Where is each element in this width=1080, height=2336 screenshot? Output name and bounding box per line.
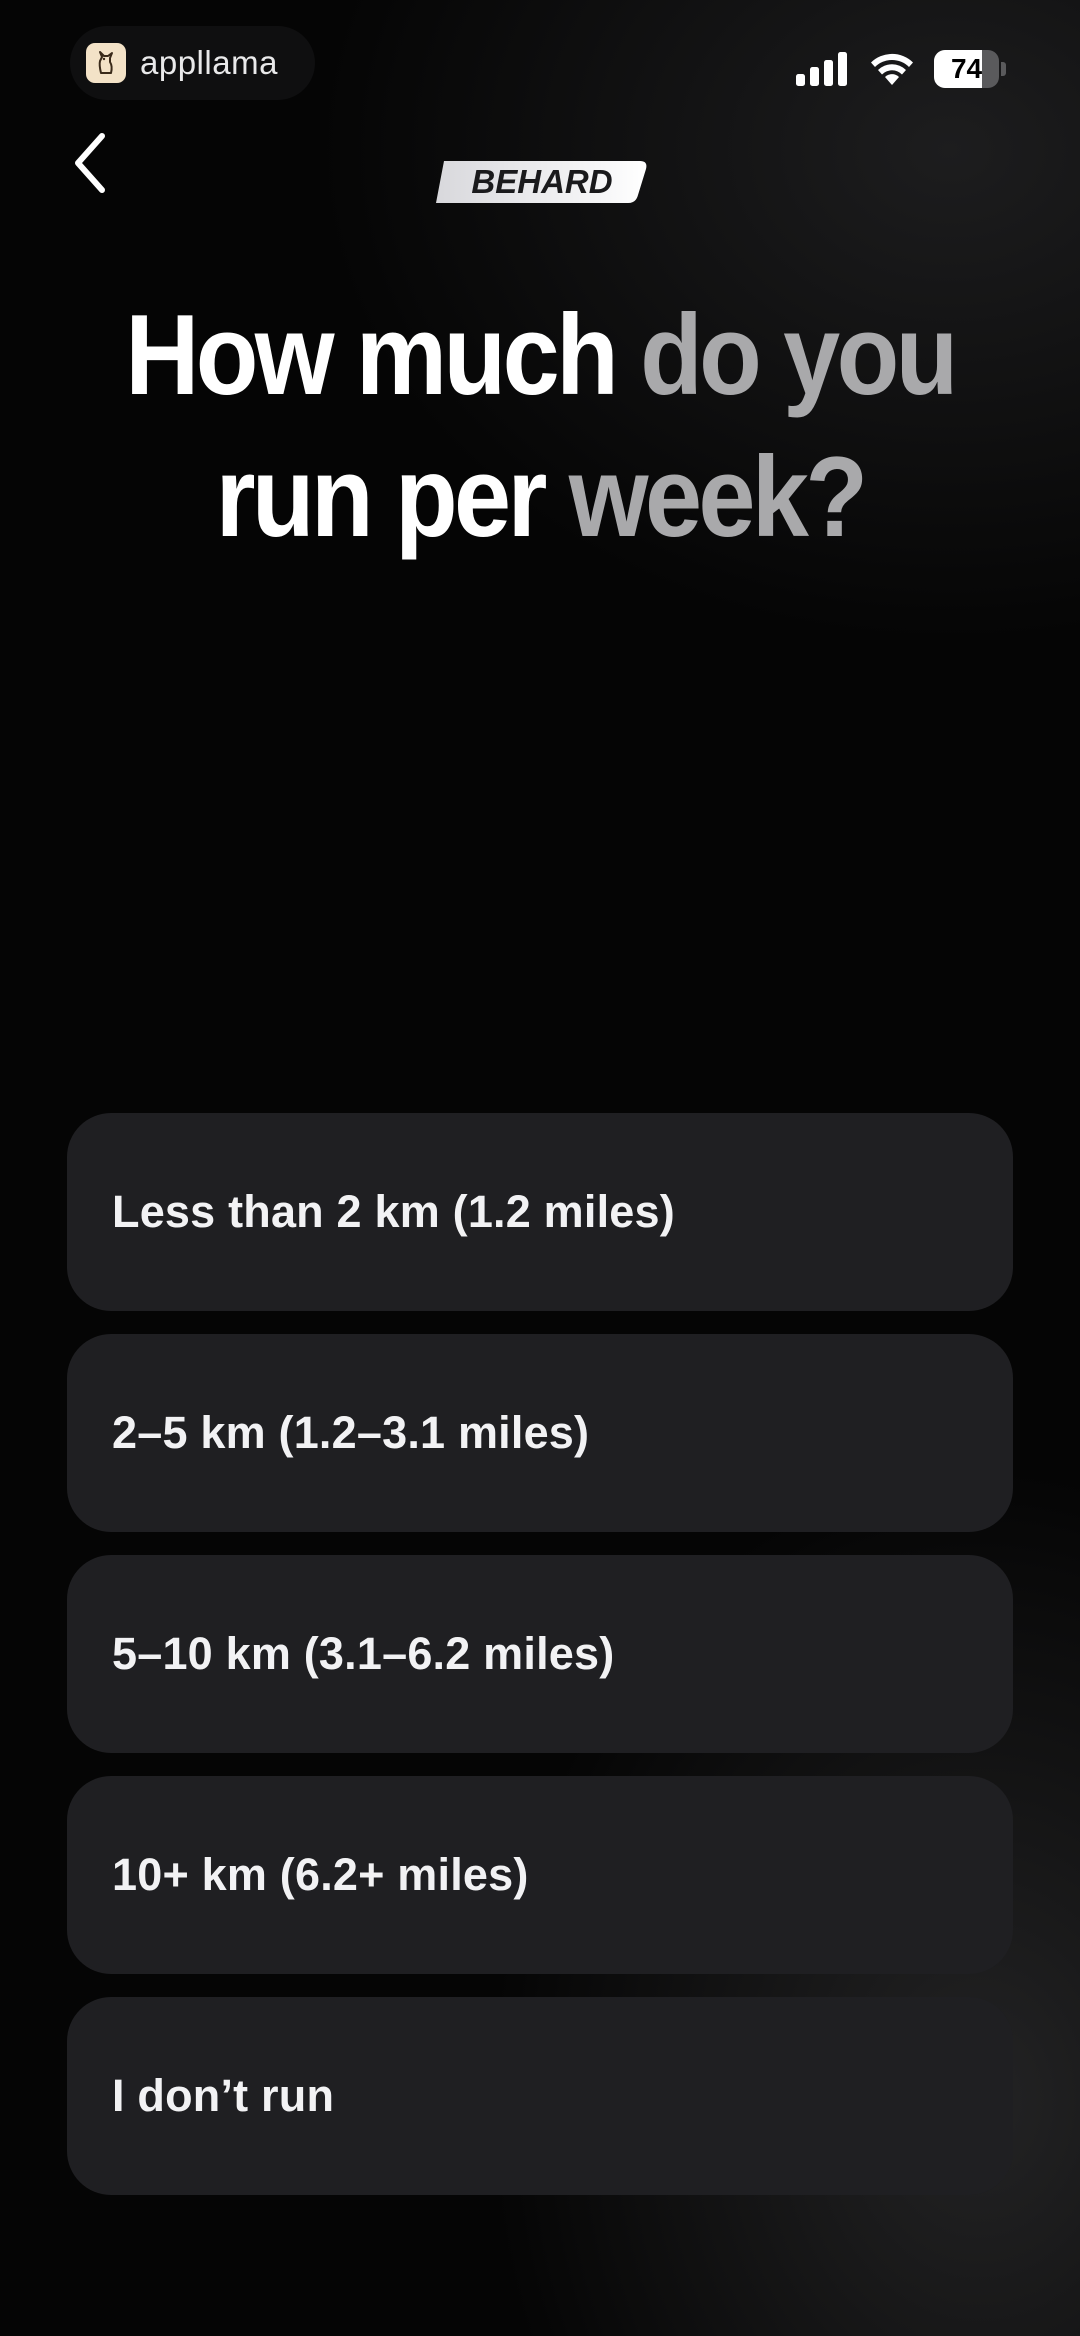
- option-5-10km[interactable]: 5–10 km (3.1–6.2 miles): [67, 1555, 1013, 1753]
- back-button[interactable]: [60, 128, 120, 198]
- wifi-icon: [871, 53, 913, 85]
- behard-logo: BEHARD: [436, 161, 647, 203]
- status-icons: 74: [796, 50, 1006, 88]
- battery-level: 74: [950, 53, 983, 84]
- battery-icon: 74: [934, 50, 1006, 88]
- option-label: 10+ km (6.2+ miles): [112, 1849, 529, 1900]
- option-dont-run[interactable]: I don’t run: [67, 1997, 1013, 2195]
- title-line2-white: run per: [215, 434, 548, 561]
- screen: appllama 74 BEHARD How much do you run p…: [0, 0, 1080, 2336]
- option-10plus-km[interactable]: 10+ km (6.2+ miles): [67, 1776, 1013, 1974]
- question-title: How much do you run per week?: [90, 285, 990, 569]
- llama-icon: [86, 43, 126, 83]
- title-line1-gray: do you: [640, 292, 958, 419]
- option-label: 5–10 km (3.1–6.2 miles): [112, 1628, 615, 1679]
- logo-text: BEHARD: [471, 163, 612, 200]
- option-label: Less than 2 km (1.2 miles): [112, 1186, 675, 1237]
- option-2-5km[interactable]: 2–5 km (1.2–3.1 miles): [67, 1334, 1013, 1532]
- option-less-than-2km[interactable]: Less than 2 km (1.2 miles): [67, 1113, 1013, 1311]
- option-label: I don’t run: [112, 2070, 335, 2121]
- cellular-signal-icon: [796, 52, 847, 86]
- title-line2-gray: week?: [568, 434, 868, 561]
- chevron-left-icon: [75, 133, 105, 193]
- title-line1-white: How much: [125, 292, 619, 419]
- answer-options: Less than 2 km (1.2 miles) 2–5 km (1.2–3…: [67, 1113, 1013, 2218]
- option-label: 2–5 km (1.2–3.1 miles): [112, 1407, 590, 1458]
- app-name: appllama: [140, 44, 278, 81]
- app-pill[interactable]: appllama: [70, 26, 315, 100]
